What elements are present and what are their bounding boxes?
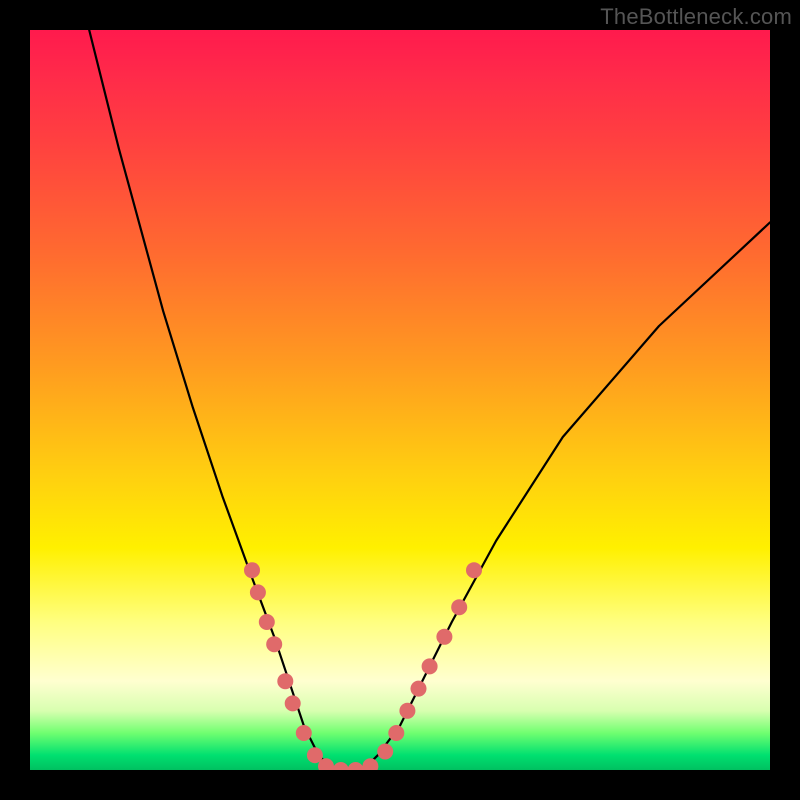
curve-overlay — [30, 30, 770, 770]
curve-dot — [399, 703, 415, 719]
curve-dot — [362, 758, 378, 770]
curve-dot — [422, 658, 438, 674]
curve-dot — [388, 725, 404, 741]
curve-dot — [466, 562, 482, 578]
curve-dot — [277, 673, 293, 689]
curve-dot — [333, 762, 349, 770]
chart-frame: TheBottleneck.com — [0, 0, 800, 800]
curve-dot — [250, 584, 266, 600]
curve-dot — [377, 744, 393, 760]
curve-dot — [296, 725, 312, 741]
curve-dot — [285, 695, 301, 711]
curve-dot — [266, 636, 282, 652]
watermark-text: TheBottleneck.com — [600, 4, 792, 30]
curve-dot — [436, 629, 452, 645]
plot-area — [30, 30, 770, 770]
curve-dot — [451, 599, 467, 615]
curve-dot — [348, 762, 364, 770]
curve-dot — [259, 614, 275, 630]
curve-dot — [244, 562, 260, 578]
curve-dot — [411, 681, 427, 697]
curve-dots-group — [244, 562, 482, 770]
